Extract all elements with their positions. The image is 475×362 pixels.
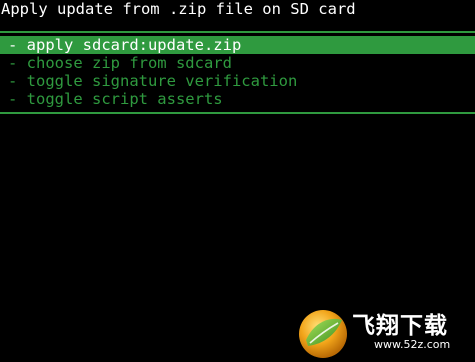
recovery-menu: - apply sdcard:update.zip - choose zip f… (0, 36, 475, 108)
watermark-url: www.52z.com (374, 338, 451, 351)
leaf-orb-logo-icon (299, 310, 347, 358)
menu-item-apply-update[interactable]: - apply sdcard:update.zip (0, 36, 475, 54)
menu-item-toggle-asserts[interactable]: - toggle script asserts (0, 90, 475, 108)
bottom-divider (0, 112, 475, 114)
watermark: 飞翔下载 www.52z.com (296, 300, 471, 360)
watermark-brand: 飞翔下载 (352, 313, 448, 339)
menu-item-choose-zip[interactable]: - choose zip from sdcard (0, 54, 475, 72)
top-divider (0, 31, 475, 33)
page-title: Apply update from .zip file on SD card (1, 0, 356, 18)
menu-item-toggle-signature[interactable]: - toggle signature verification (0, 72, 475, 90)
